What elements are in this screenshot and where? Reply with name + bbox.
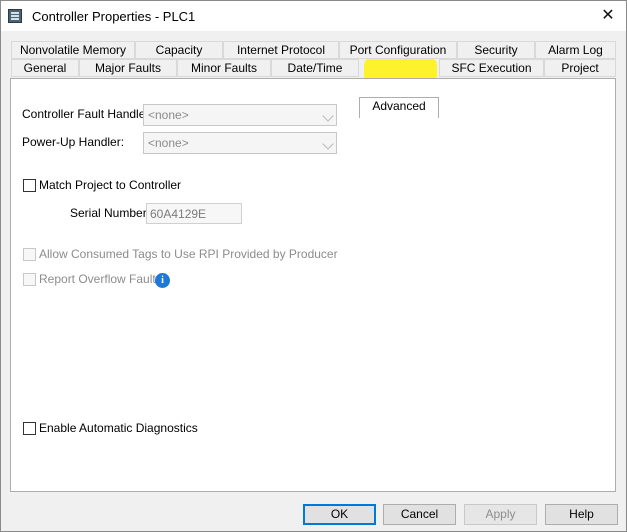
- tab-security[interactable]: Security: [457, 41, 535, 59]
- enable-diagnostics-checkbox[interactable]: [23, 422, 36, 435]
- tab-general[interactable]: General: [11, 59, 79, 77]
- tab-advanced[interactable]: Advanced: [359, 97, 439, 118]
- tab-minor-faults[interactable]: Minor Faults: [177, 59, 271, 77]
- window-title: Controller Properties - PLC1: [32, 9, 196, 24]
- tab-project[interactable]: Project: [544, 59, 616, 77]
- serial-number-label: Serial Number:: [70, 206, 151, 220]
- match-project-checkbox[interactable]: [23, 179, 36, 192]
- report-overflow-checkbox[interactable]: [23, 273, 36, 286]
- ok-button[interactable]: OK: [303, 504, 376, 525]
- enable-diagnostics-label[interactable]: Enable Automatic Diagnostics: [39, 421, 198, 435]
- tab-capacity[interactable]: Capacity: [135, 41, 223, 59]
- controller-fault-handler-value: <none>: [148, 108, 189, 122]
- apply-button[interactable]: Apply: [464, 504, 537, 525]
- tab-port-configuration[interactable]: Port Configuration: [339, 41, 457, 59]
- help-button[interactable]: Help: [545, 504, 618, 525]
- controller-icon: [8, 9, 22, 23]
- info-icon[interactable]: i: [155, 273, 170, 288]
- chevron-down-icon: [322, 138, 334, 150]
- cancel-button[interactable]: Cancel: [383, 504, 456, 525]
- tab-nonvolatile-memory[interactable]: Nonvolatile Memory: [11, 41, 135, 59]
- match-project-label[interactable]: Match Project to Controller: [39, 178, 181, 192]
- tab-sfc-execution[interactable]: SFC Execution: [439, 59, 544, 77]
- controller-fault-handler-select[interactable]: <none>: [143, 104, 337, 126]
- close-icon[interactable]: ✕: [593, 5, 623, 27]
- allow-consumed-tags-label[interactable]: Allow Consumed Tags to Use RPI Provided …: [39, 247, 338, 261]
- tab-alarm-log[interactable]: Alarm Log: [535, 41, 616, 59]
- power-up-handler-label: Power-Up Handler:: [22, 135, 125, 149]
- chevron-down-icon: [322, 110, 334, 122]
- power-up-handler-select[interactable]: <none>: [143, 132, 337, 154]
- report-overflow-label[interactable]: Report Overflow Faults: [39, 272, 162, 286]
- controller-properties-window: Controller Properties - PLC1 ✕ Nonvolati…: [0, 0, 627, 532]
- tab-date-time[interactable]: Date/Time: [271, 59, 359, 77]
- tab-internet-protocol[interactable]: Internet Protocol: [223, 41, 339, 59]
- power-up-handler-value: <none>: [148, 136, 189, 150]
- allow-consumed-tags-checkbox[interactable]: [23, 248, 36, 261]
- tab-strip: Nonvolatile Memory Capacity Internet Pro…: [11, 41, 616, 118]
- serial-number-field[interactable]: 60A4129E: [146, 203, 242, 224]
- advanced-panel: Controller Fault Handler: <none> Power-U…: [10, 78, 616, 492]
- title-bar: Controller Properties - PLC1 ✕: [1, 1, 626, 31]
- controller-fault-handler-label: Controller Fault Handler:: [22, 107, 153, 121]
- tab-major-faults[interactable]: Major Faults: [79, 59, 177, 77]
